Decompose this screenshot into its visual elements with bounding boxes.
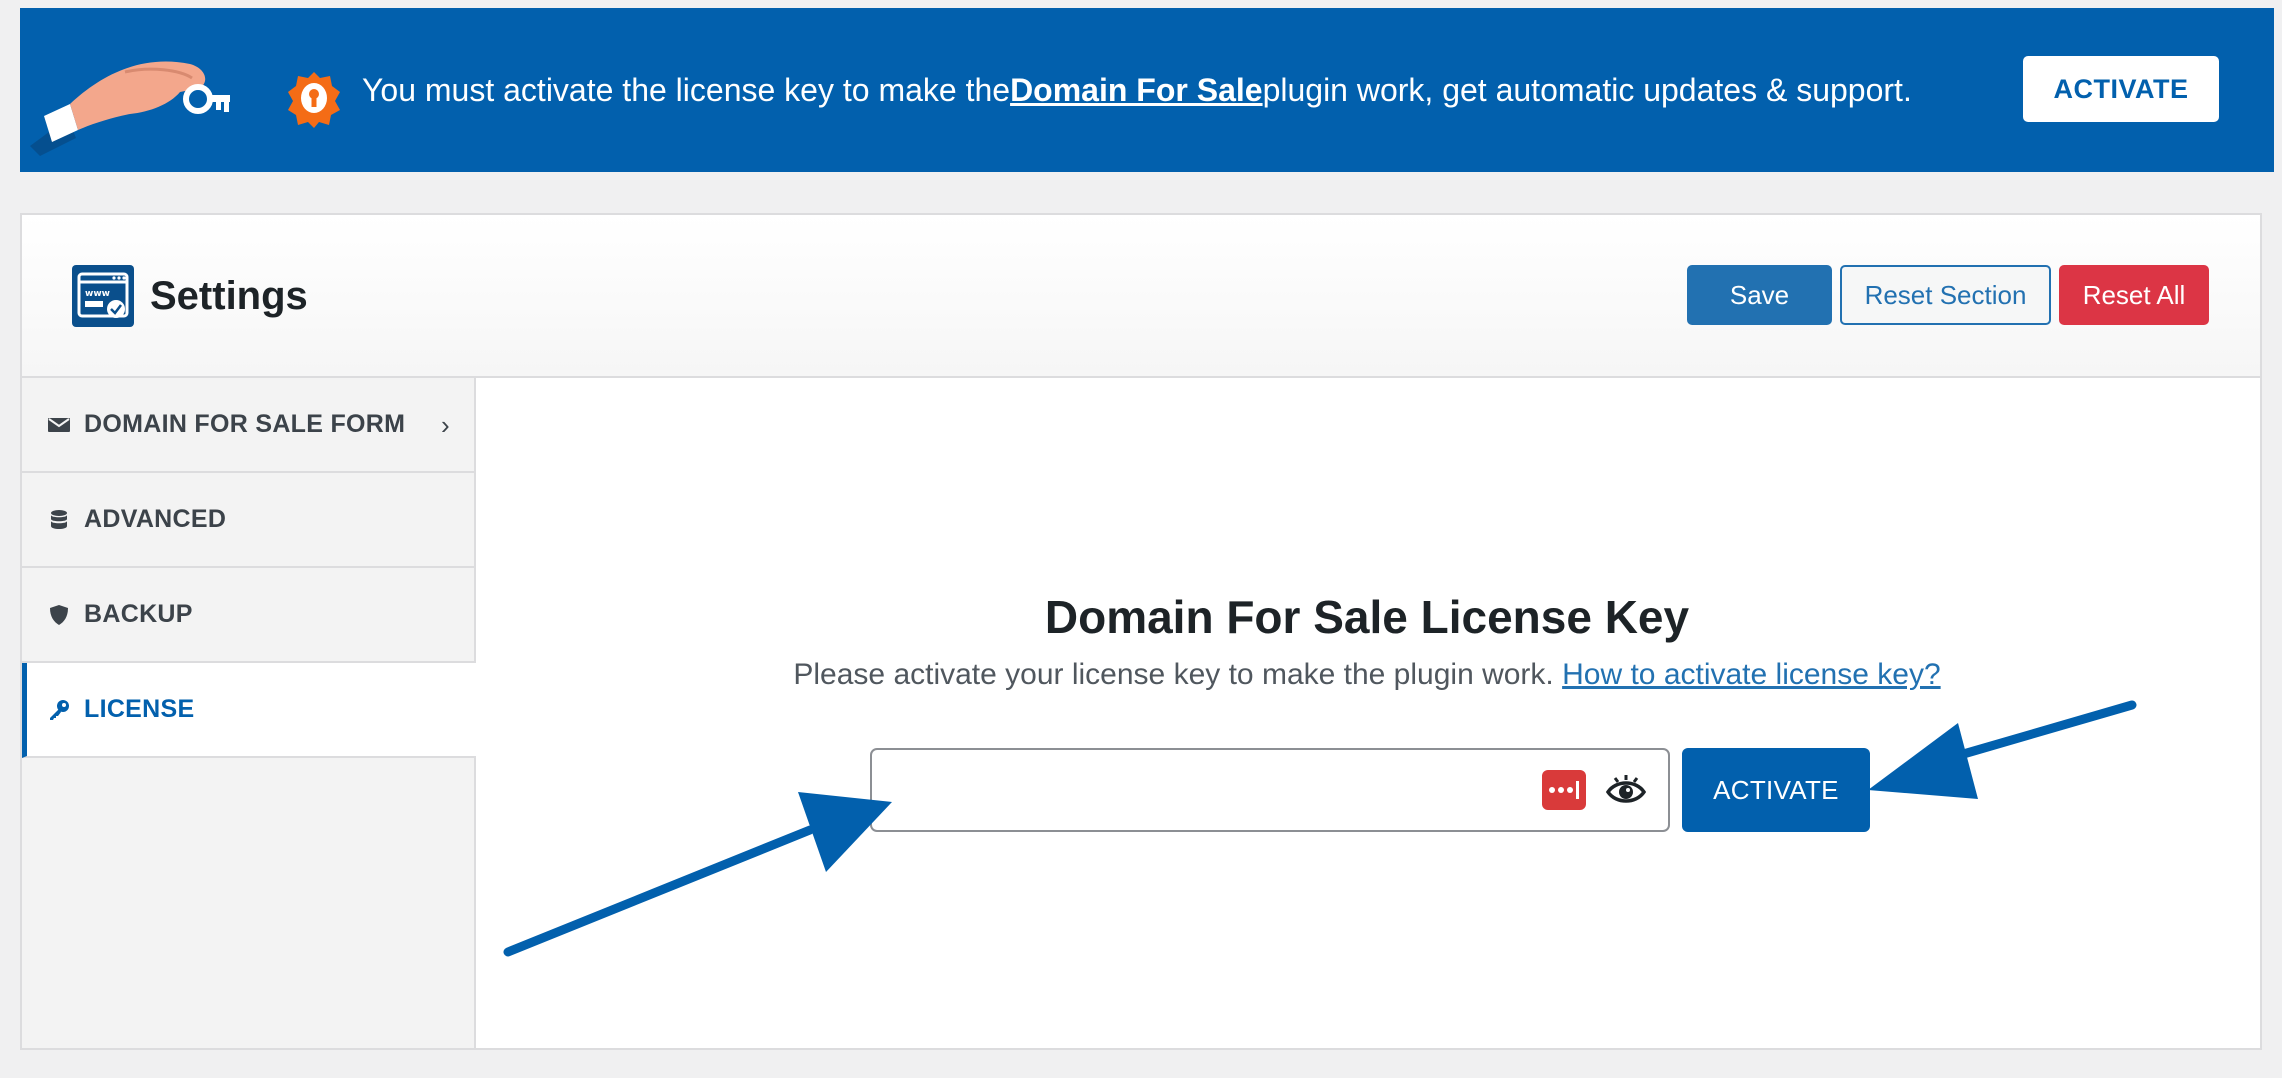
keyhole-badge-icon [288,72,340,128]
password-manager-icon[interactable] [1542,770,1586,810]
key-icon [48,699,70,721]
banner-activate-button[interactable]: ACTIVATE [2023,56,2219,122]
settings-sidebar: DOMAIN FOR SALE FORM › ADVANCED BACKUP L… [22,378,476,1048]
sidebar-item-license[interactable]: LICENSE [22,663,476,758]
license-activate-button[interactable]: ACTIVATE [1682,748,1870,832]
settings-header: www Settings Save Reset Section Reset Al… [22,215,2260,378]
banner-message: You must activate the license key to mak… [362,8,1912,172]
database-icon [48,509,70,531]
sidebar-item-label: ADVANCED [84,505,227,533]
sidebar-item-advanced[interactable]: ADVANCED [22,473,474,568]
www-settings-icon: www [72,265,134,327]
license-description: Please activate your license key to make… [474,658,2260,692]
settings-panel: www Settings Save Reset Section Reset Al… [20,213,2262,1050]
envelope-icon [48,414,70,436]
sidebar-item-label: DOMAIN FOR SALE FORM [84,410,406,438]
sidebar-item-domain-for-sale-form[interactable]: DOMAIN FOR SALE FORM › [22,378,474,473]
chevron-right-icon: › [441,410,450,440]
plugin-name-link[interactable]: Domain For Sale [1010,72,1263,109]
reset-all-button[interactable]: Reset All [2059,265,2209,325]
page-title: Settings [150,274,308,318]
banner-text-before: You must activate the license key to mak… [362,71,1011,108]
eye-icon[interactable] [1606,774,1646,808]
license-notice-banner: You must activate the license key to mak… [20,8,2274,172]
license-key-input[interactable] [870,748,1670,832]
how-to-activate-link[interactable]: How to activate license key? [1562,658,1941,691]
sidebar-item-label: BACKUP [84,600,193,628]
banner-text-after: plugin work, get automatic updates & sup… [1262,71,1912,108]
reset-section-button[interactable]: Reset Section [1840,265,2051,325]
arrow-annotation-left [503,792,892,957]
sidebar-item-label: LICENSE [84,695,195,723]
license-title: Domain For Sale License Key [1044,591,1690,643]
sidebar-item-backup[interactable]: BACKUP [22,568,474,663]
svg-text:www: www [85,289,110,299]
license-description-text: Please activate your license key to make… [793,658,1554,691]
save-button[interactable]: Save [1687,265,1832,325]
hand-with-key-icon [30,61,230,156]
shield-icon [48,604,70,626]
arrow-annotation-right [1868,700,2137,799]
